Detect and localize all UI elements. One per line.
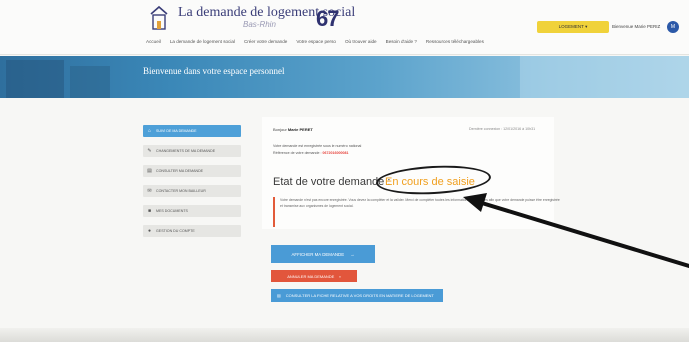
sidebar-item-suivi[interactable]: ⌂ SUIVI DE MA DEMANDE <box>143 125 241 137</box>
hero-banner <box>0 56 689 98</box>
greeting-prefix: Bonjour <box>273 127 287 132</box>
sidebar-item-label: CONSULTER MA DEMANDE <box>156 169 204 173</box>
request-state-label: Etat de votre demande : <box>273 176 391 188</box>
nav-item-accueil[interactable]: Accueil <box>146 38 161 45</box>
banner-sky-image <box>520 56 689 98</box>
sidebar-item-compte[interactable]: ● GESTION DU COMPTE <box>143 225 241 237</box>
greeting: Bonjour Marie PERET <box>273 127 313 132</box>
sidebar-item-label: MES DOCUMENTS <box>156 209 188 213</box>
account-button[interactable]: LOGEMENT ▾ <box>537 21 609 33</box>
main-nav: Accueil La demande de logement social Cr… <box>146 38 484 45</box>
nav-item-ressources[interactable]: Ressources téléchargeables <box>426 38 484 45</box>
last-login-date: Dernière connexion : 12/01/2016 à 10h31 <box>469 127 536 131</box>
sidebar-item-label: CONTACTER MON BAILLEUR <box>156 189 206 193</box>
edit-icon: ✎ <box>147 148 152 154</box>
nav-item-espace[interactable]: Votre espace perso <box>296 38 336 45</box>
sidebar-item-label: GESTION DU COMPTE <box>156 229 195 233</box>
cancel-request-button[interactable]: ANNULER MA DEMANDE ▪ <box>271 270 357 282</box>
avatar[interactable]: M <box>667 21 679 33</box>
user-icon: ● <box>147 228 152 234</box>
view-request-button[interactable]: AFFICHER MA DEMANDE → <box>271 245 375 263</box>
sidebar-item-label: CHANGEMENTS DE MA DEMANDE <box>156 149 216 153</box>
banner-building-image <box>70 66 110 98</box>
rights-sheet-label: CONSULTER LA FICHE RELATIVE A VOS DROITS… <box>285 293 434 298</box>
status-notice: Votre demande n'est pas encore enregistr… <box>273 197 563 227</box>
sidebar-item-documents[interactable]: ■ MES DOCUMENTS <box>143 205 241 217</box>
document-icon: ▤ <box>277 293 281 298</box>
logo-icon <box>150 5 168 30</box>
reference-number-label: Référence de votre demande : <box>273 151 322 155</box>
user-name: Bienvenue Marie PERIZ <box>612 24 661 29</box>
nav-item-demande[interactable]: La demande de logement social <box>170 38 235 45</box>
banner-title: Bienvenue dans votre espace personnel <box>143 66 285 76</box>
trash-icon: ▪ <box>339 273 341 279</box>
photo-bottom-edge <box>0 328 689 342</box>
document-icon: ▤ <box>147 168 152 174</box>
view-request-label: AFFICHER MA DEMANDE <box>291 251 345 257</box>
account-button-label: LOGEMENT ▾ <box>558 24 588 29</box>
sidebar: ⌂ SUIVI DE MA DEMANDE ✎ CHANGEMENTS DE M… <box>143 125 241 245</box>
sidebar-item-label: SUIVI DE MA DEMANDE <box>156 129 197 133</box>
banner-building-image <box>6 60 64 98</box>
arrow-right-icon: → <box>350 251 355 257</box>
sidebar-item-changements[interactable]: ✎ CHANGEMENTS DE MA DEMANDE <box>143 145 241 157</box>
mail-icon: ✉ <box>147 188 152 194</box>
site-header: La demande de logement social Bas-Rhin 6… <box>0 0 689 55</box>
department-number: 67 <box>316 6 340 31</box>
rights-sheet-button[interactable]: ▤ CONSULTER LA FICHE RELATIVE A VOS DROI… <box>271 289 443 302</box>
sidebar-item-contacter[interactable]: ✉ CONTACTER MON BAILLEUR <box>143 185 241 197</box>
reference-number: 0672016000081 <box>322 151 349 155</box>
home-icon: ⌂ <box>147 128 152 134</box>
nav-item-besoin-aide[interactable]: Besoin d'aide ? <box>386 38 417 45</box>
site-subtitle: Bas-Rhin <box>243 20 276 29</box>
greeting-name: Marie PERET <box>287 127 313 132</box>
cancel-request-label: ANNULER MA DEMANDE <box>287 273 335 279</box>
reference-number-line: Référence de votre demande : 06720160000… <box>273 151 349 155</box>
reference-line: Votre demande est enregistrée sous le nu… <box>273 144 362 148</box>
sidebar-item-consulter[interactable]: ▤ CONSULTER MA DEMANDE <box>143 165 241 177</box>
nav-item-aide-lieux[interactable]: Où trouver aide <box>345 38 377 45</box>
nav-item-creer[interactable]: Créer votre demande <box>244 38 287 45</box>
folder-icon: ■ <box>147 208 152 214</box>
